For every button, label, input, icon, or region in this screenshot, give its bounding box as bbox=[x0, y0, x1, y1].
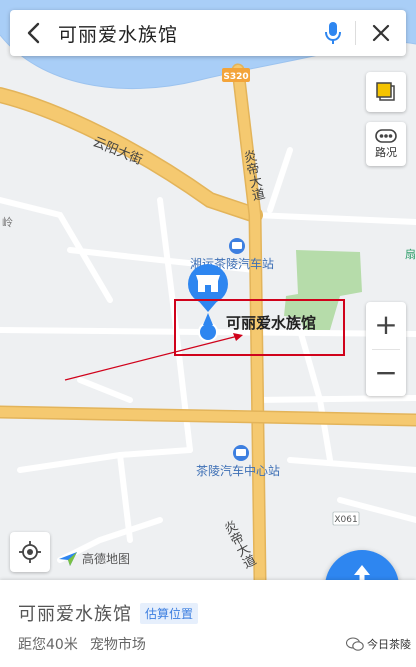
zoom-controls: + − bbox=[366, 302, 406, 396]
bus-station-label-2[interactable]: 茶陵汽车中心站 bbox=[196, 463, 280, 478]
edge-label-left: 岭 bbox=[2, 215, 13, 229]
locate-me-button[interactable] bbox=[10, 532, 50, 572]
close-button[interactable] bbox=[356, 10, 406, 56]
voice-search-button[interactable] bbox=[311, 10, 355, 56]
zoom-in-button[interactable]: + bbox=[366, 302, 406, 349]
traffic-label: 路况 bbox=[375, 145, 397, 159]
estimated-location-badge[interactable]: 估算位置 bbox=[140, 602, 199, 624]
wechat-icon bbox=[346, 636, 364, 651]
watermark-text: 今日茶陵 bbox=[367, 638, 411, 651]
poi-distance: 距您40米 bbox=[18, 637, 78, 653]
back-arrow-icon bbox=[27, 22, 40, 44]
layers-icon bbox=[376, 82, 395, 101]
poi-title-row: 可丽爱水族馆 估算位置 bbox=[18, 600, 398, 626]
poi-map-label[interactable]: 可丽爱水族馆 bbox=[226, 314, 316, 332]
close-icon bbox=[372, 24, 390, 42]
poi-meta: 距您40米 宠物市场 bbox=[18, 634, 398, 654]
highway-shield-label: S320 bbox=[223, 72, 248, 82]
watermark: 今日茶陵 bbox=[346, 636, 411, 652]
poi-info-panel[interactable]: 可丽爱水族馆 估算位置 距您40米 宠物市场 bbox=[0, 580, 416, 667]
brand-name: 高德地图 bbox=[82, 552, 131, 566]
map-layers-button[interactable] bbox=[366, 72, 406, 112]
brand-logo: 高德地图 bbox=[58, 550, 130, 567]
crosshair-icon bbox=[19, 541, 41, 563]
user-location-dot bbox=[198, 322, 218, 342]
traffic-icon bbox=[375, 128, 397, 143]
edge-label-right: 扇 bbox=[405, 247, 416, 261]
search-bar: 可丽爱水族馆 bbox=[10, 10, 406, 56]
microphone-icon bbox=[325, 22, 341, 44]
back-button[interactable] bbox=[10, 10, 58, 56]
road-shield-x061: X061 bbox=[334, 515, 357, 525]
zoom-out-button[interactable]: − bbox=[366, 350, 406, 397]
search-input[interactable]: 可丽爱水族馆 bbox=[58, 20, 311, 47]
traffic-toggle-button[interactable]: 路况 bbox=[366, 122, 406, 166]
poi-name: 可丽爱水族馆 bbox=[18, 604, 132, 625]
amap-logo-icon bbox=[59, 551, 77, 566]
poi-category: 宠物市场 bbox=[89, 637, 146, 653]
